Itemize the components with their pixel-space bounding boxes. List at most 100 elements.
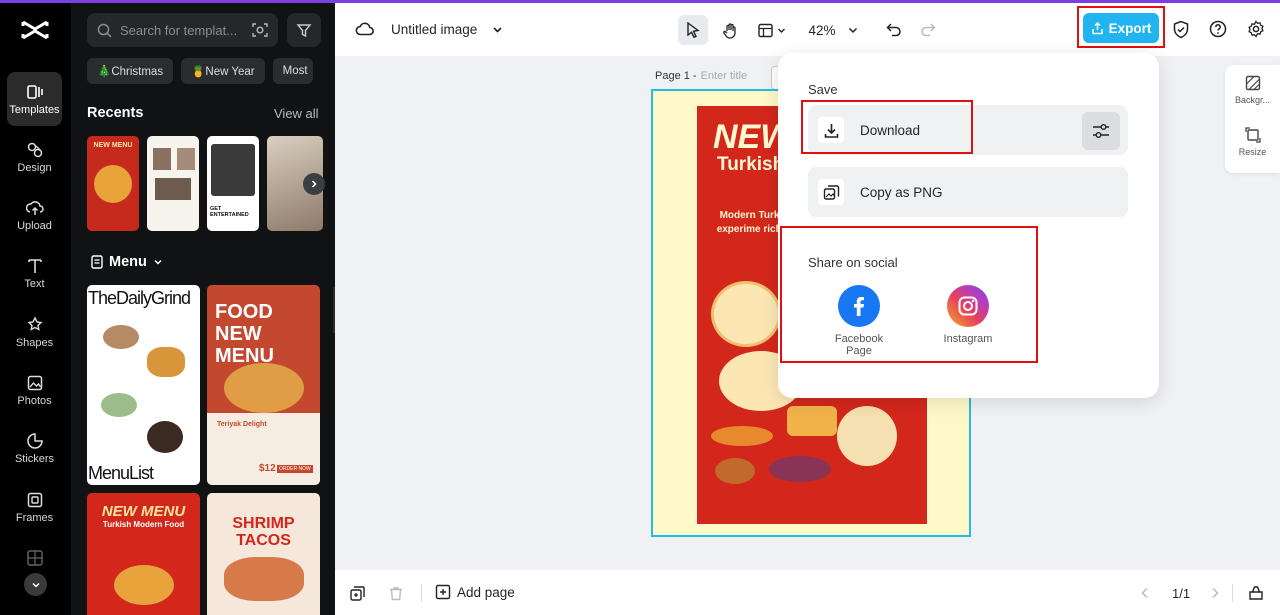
recent-template-mothers-day[interactable] (147, 136, 199, 231)
chevron-right-icon (311, 180, 317, 188)
template-food-new-menu[interactable]: FOOD NEW MENU Teriyak Delight $12 ORDER … (207, 285, 320, 485)
recent-template-new-menu[interactable]: NEW MENU (87, 136, 139, 231)
chip-new-year[interactable]: 🍍New Year (181, 58, 265, 84)
add-page-button[interactable]: Add page (435, 584, 515, 600)
page-panel-icon[interactable] (1248, 585, 1264, 601)
zoom-value: 42% (808, 22, 836, 38)
rail-item-shapes[interactable]: Shapes (7, 305, 62, 359)
search-input[interactable]: Search for templat... (120, 23, 244, 38)
frames-icon (27, 492, 42, 507)
chevron-left-icon[interactable] (1140, 587, 1150, 599)
template-daily-grind[interactable]: TheDailyGrind MenuList (87, 285, 200, 485)
export-icon (1091, 21, 1103, 34)
template-shrimp-tacos[interactable]: SHRIMP TACOS (207, 493, 320, 615)
daily-grind-title: TheDailyGrind (88, 288, 191, 308)
download-option[interactable]: Download (808, 105, 1128, 155)
chevron-down-icon (848, 27, 857, 34)
duplicate-page-icon[interactable] (350, 586, 365, 601)
download-settings-button[interactable] (1082, 112, 1120, 150)
rail-item-photos[interactable]: Photos (7, 363, 62, 417)
bottom-bar: Add page 1/1 (335, 570, 1280, 615)
templates-icon (26, 84, 43, 99)
photo-image (177, 148, 196, 170)
shield-icon[interactable] (1172, 20, 1190, 39)
rail-label: Shapes (15, 336, 54, 349)
search-icon (97, 23, 112, 38)
image-search-icon[interactable] (252, 22, 268, 38)
food-bowl-image (223, 363, 304, 413)
filter-button[interactable] (287, 13, 321, 47)
simit-image (715, 458, 755, 484)
rail-more-button[interactable] (24, 573, 47, 596)
export-button[interactable]: Export (1083, 13, 1159, 43)
matcha-image (101, 393, 137, 417)
help-icon[interactable] (1209, 20, 1227, 38)
select-tool-button[interactable] (678, 15, 708, 45)
grid-icon[interactable] (27, 550, 43, 566)
teriyaki-text: Teriyak Delight (217, 421, 267, 428)
document-title[interactable]: Untitled image (391, 22, 477, 37)
tacos-image (223, 557, 304, 601)
share-instagram-button[interactable]: Instagram (933, 285, 1003, 345)
trash-icon[interactable] (389, 586, 403, 601)
rail-item-templates[interactable]: Templates (7, 72, 62, 126)
filter-icon (296, 24, 312, 38)
daily-grind-footer: MenuList (88, 463, 154, 483)
menu-doc-icon (91, 255, 103, 269)
pide-image (711, 426, 773, 446)
page-counter: 1/1 (1172, 586, 1191, 601)
photo-image (155, 178, 191, 200)
coffee-cup-image (103, 325, 139, 349)
upload-icon (25, 200, 44, 215)
baklava-image (787, 406, 837, 436)
chip-most[interactable]: Most (272, 58, 313, 84)
download-icon (824, 123, 838, 138)
template-turkish-menu[interactable]: NEW MENU Turkish Modern Food (87, 493, 200, 615)
cursor-icon (687, 22, 700, 38)
hand-tool-button[interactable] (715, 15, 745, 45)
instagram-icon (958, 296, 978, 316)
resize-button[interactable]: Resize (1225, 127, 1280, 157)
zoom-dropdown[interactable]: 42% (803, 15, 863, 45)
rail-item-design[interactable]: Design (7, 130, 62, 184)
rail-item-stickers[interactable]: Stickers (7, 421, 62, 475)
rail-label: Photos (17, 394, 52, 407)
photo-image (211, 144, 255, 196)
rail-item-upload[interactable]: Upload (7, 188, 62, 242)
layout-button[interactable] (753, 15, 791, 45)
mixed-grill-plate-image (711, 281, 781, 347)
chip-christmas[interactable]: 🎄Christmas (87, 58, 174, 84)
page-title-input[interactable]: Enter title (701, 70, 747, 82)
rail-label: Design (17, 161, 52, 174)
settings-gear-icon[interactable] (1247, 20, 1265, 38)
stickers-icon (26, 432, 43, 449)
export-dropdown: Save Download Copy as PNG Share on socia… (778, 53, 1159, 398)
sliders-icon (1093, 124, 1109, 138)
text-icon (27, 258, 42, 273)
undo-icon[interactable] (886, 22, 902, 37)
cloud-icon[interactable] (355, 19, 375, 39)
recent-template-get-entertained[interactable]: GET ENTERTAINED (207, 136, 259, 231)
background-button[interactable]: Backgr... (1225, 75, 1280, 105)
chevron-right-icon[interactable] (1210, 587, 1220, 599)
share-facebook-button[interactable]: Facebook Page (824, 285, 894, 357)
view-all-link[interactable]: View all (274, 106, 319, 121)
rail-item-frames[interactable]: Frames (7, 480, 62, 534)
menu-title: Menu (109, 254, 147, 270)
page-label: Page 1 - Enter title (655, 70, 747, 82)
copy-png-option[interactable]: Copy as PNG (808, 167, 1128, 217)
recents-title: Recents (87, 105, 144, 121)
grilled-eggplant-image (769, 456, 831, 482)
rail-label: Frames (15, 511, 54, 524)
redo-icon[interactable] (920, 22, 936, 37)
food-plate-image (94, 165, 132, 203)
capcut-logo-icon[interactable] (20, 17, 50, 43)
rail-item-text[interactable]: Text (7, 246, 62, 300)
template-search[interactable]: Search for templat... (87, 13, 278, 47)
chevron-down-icon[interactable] (492, 24, 503, 35)
rail-label: Text (24, 277, 45, 290)
download-label: Download (860, 122, 921, 138)
recents-next-button[interactable] (303, 173, 325, 195)
turkish-modern-text: Turkish Modern Food (102, 520, 185, 529)
menu-category-header[interactable]: Menu (91, 254, 163, 270)
